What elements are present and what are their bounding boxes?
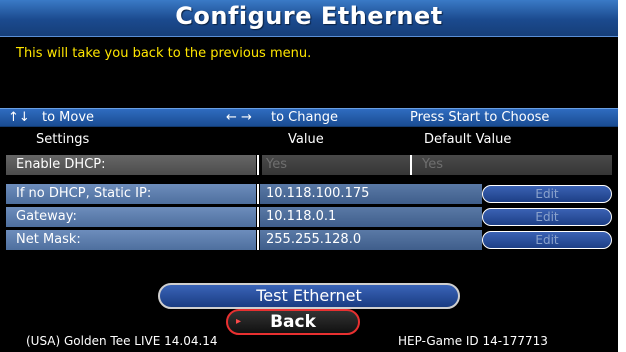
game-id-text: HEP-Game ID 14-177713 <box>398 334 548 348</box>
setting-label: Gateway: <box>6 207 256 227</box>
back-label: Back <box>270 312 316 332</box>
row-divider <box>257 155 259 175</box>
setting-label: Enable DHCP: <box>6 155 256 175</box>
edit-gateway-button[interactable]: Edit <box>482 208 612 226</box>
default-value: Yes <box>412 155 612 175</box>
setting-value: 255.255.128.0 <box>260 230 482 250</box>
header-default-value: Default Value <box>424 132 512 147</box>
setting-row-gateway[interactable]: Gateway: 10.118.0.1 Edit <box>0 207 618 227</box>
controls-help-bar: ↑↓ to Move ← → to Change Press Start to … <box>0 108 618 127</box>
page-title: Configure Ethernet <box>175 2 443 30</box>
selection-cursor-icon: ▸ <box>236 316 242 327</box>
setting-value: 10.118.0.1 <box>260 207 482 227</box>
edit-static-ip-button[interactable]: Edit <box>482 185 612 203</box>
edit-net-mask-button[interactable]: Edit <box>482 231 612 249</box>
header-settings: Settings <box>36 132 90 147</box>
row-divider <box>257 184 259 204</box>
choose-hint: Press Start to Choose <box>410 110 550 125</box>
setting-value: Yes <box>262 155 410 175</box>
setting-row-enable-dhcp[interactable]: Enable DHCP: Yes Yes <box>0 155 618 175</box>
back-button[interactable]: ▸ Back <box>226 309 360 335</box>
row-divider <box>257 230 259 250</box>
row-divider <box>257 207 259 227</box>
setting-row-static-ip[interactable]: If no DHCP, Static IP: 10.118.100.175 Ed… <box>0 184 618 204</box>
setting-label: If no DHCP, Static IP: <box>6 184 256 204</box>
page-margin <box>618 0 626 352</box>
up-down-arrows-icon: ↑↓ <box>8 110 30 125</box>
setting-value: 10.118.100.175 <box>260 184 482 204</box>
help-message: This will take you back to the previous … <box>16 46 312 61</box>
game-screen: Configure Ethernet This will take you ba… <box>0 0 618 352</box>
setting-label: Net Mask: <box>6 230 256 250</box>
header-value: Value <box>288 132 324 147</box>
title-bar: Configure Ethernet <box>0 0 618 37</box>
test-ethernet-button[interactable]: Test Ethernet <box>158 283 460 309</box>
move-hint: to Move <box>42 110 95 125</box>
change-hint: to Change <box>271 110 338 125</box>
setting-row-net-mask[interactable]: Net Mask: 255.255.128.0 Edit <box>0 230 618 250</box>
left-right-arrows-icon: ← → <box>226 110 252 125</box>
version-text: (USA) Golden Tee LIVE 14.04.14 <box>26 334 218 348</box>
